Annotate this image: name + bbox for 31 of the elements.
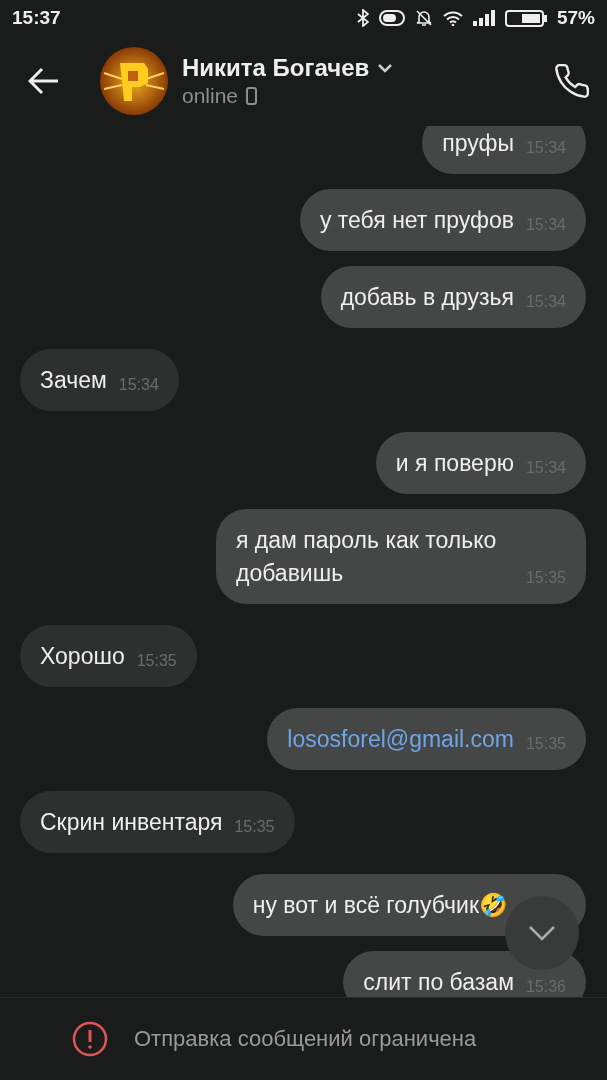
battery-percent: 57% bbox=[556, 7, 595, 29]
call-button[interactable] bbox=[553, 62, 591, 100]
message-text: Скрин инвентаря bbox=[40, 808, 223, 837]
chevron-down-icon bbox=[528, 925, 556, 941]
email-link[interactable]: lososforel@gmail.com bbox=[287, 723, 514, 756]
battery-icon bbox=[504, 9, 547, 27]
restriction-notice: Отправка сообщений ограничена bbox=[134, 1026, 477, 1052]
message-text: Зачем bbox=[40, 366, 107, 395]
message-time: 15:34 bbox=[118, 375, 159, 395]
wifi-icon bbox=[442, 10, 463, 26]
message-text: и я поверю bbox=[395, 449, 514, 478]
message-text: слит по базам bbox=[363, 968, 514, 997]
bell-off-icon bbox=[414, 9, 433, 27]
message-text: ну вот и всё голубчик🤣 bbox=[252, 891, 508, 920]
phone-device-icon bbox=[246, 87, 258, 105]
message-text: Хорошо bbox=[40, 642, 125, 671]
message-time: 15:35 bbox=[234, 817, 275, 837]
message-time: 15:35 bbox=[136, 651, 177, 671]
bluetooth-icon bbox=[356, 9, 369, 27]
toggle-icon bbox=[378, 10, 405, 26]
warning-icon bbox=[72, 1021, 108, 1057]
back-button[interactable] bbox=[28, 67, 60, 95]
chevron-down-icon[interactable] bbox=[377, 63, 394, 73]
message-text: пруфы bbox=[442, 129, 514, 158]
contact-name[interactable]: Никита Богачев bbox=[182, 54, 370, 82]
message-text: добавь в друзья bbox=[340, 283, 514, 312]
message-text: у тебя нет пруфов bbox=[319, 206, 514, 235]
status-time: 15:37 bbox=[12, 7, 61, 29]
signal-icon bbox=[472, 10, 495, 26]
message-text: я дам пароль как только добавишь bbox=[236, 526, 498, 588]
contact-status: online bbox=[182, 84, 239, 108]
